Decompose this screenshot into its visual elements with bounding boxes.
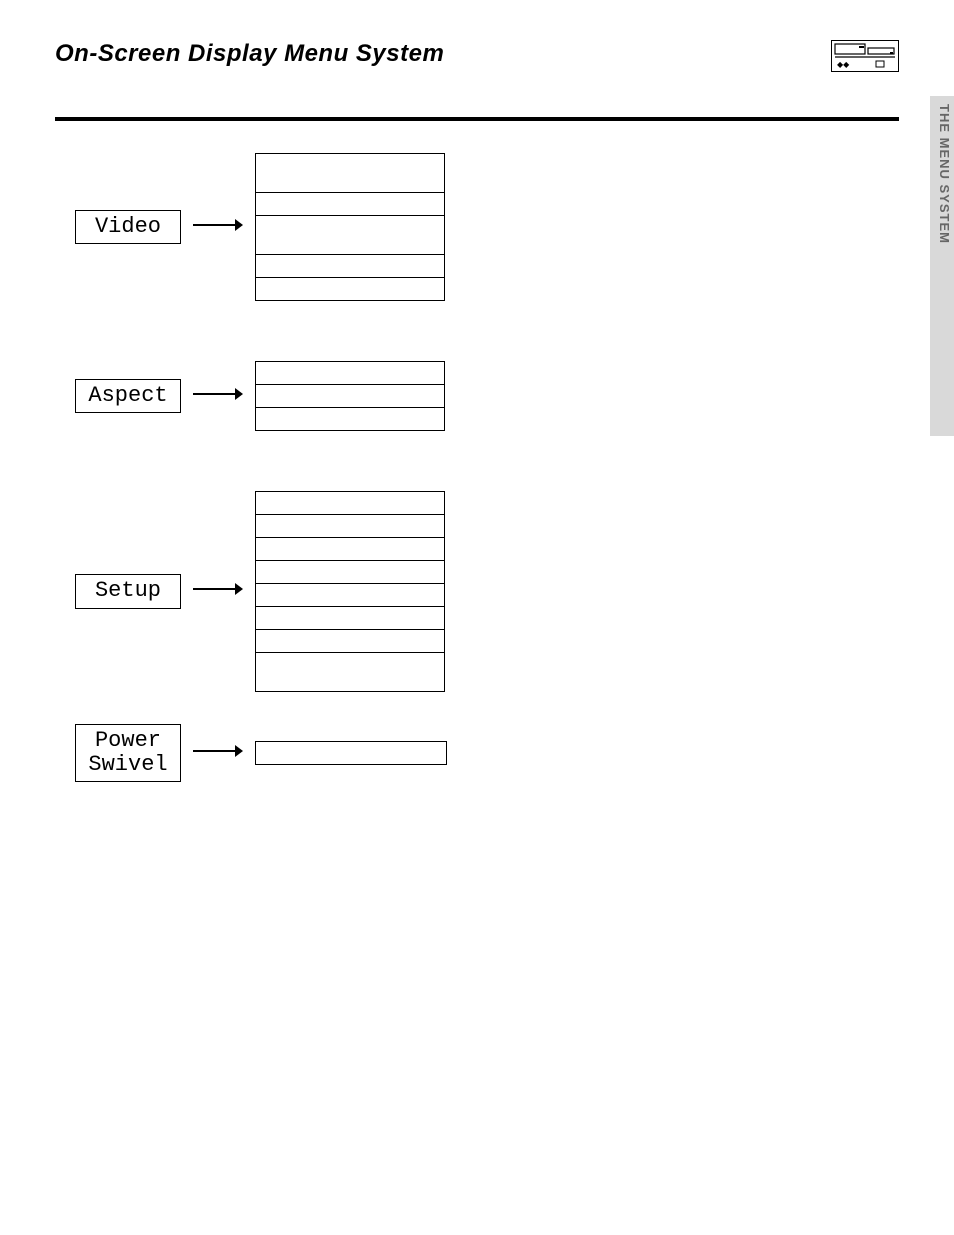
arrow-right-icon xyxy=(193,743,243,764)
video-options xyxy=(255,153,445,301)
side-tab-label: THE MENU SYSTEM xyxy=(937,104,952,244)
arrow-right-icon xyxy=(193,581,243,602)
setup-group: Setup xyxy=(75,491,899,692)
svg-text:◆◆: ◆◆ xyxy=(837,60,850,69)
power-swivel-options xyxy=(255,741,447,765)
video-button[interactable]: Video xyxy=(75,210,181,244)
setup-button[interactable]: Setup xyxy=(75,574,181,608)
video-group: Video xyxy=(75,153,899,301)
page-title: On-Screen Display Menu System xyxy=(55,40,444,68)
aspect-options xyxy=(255,361,445,431)
power-swivel-button[interactable]: Power Swivel xyxy=(75,724,181,782)
header-divider xyxy=(55,117,899,121)
arrow-right-icon xyxy=(193,217,243,238)
side-tab: THE MENU SYSTEM xyxy=(930,96,954,436)
aspect-group: Aspect xyxy=(75,361,899,431)
power-swivel-group: Power Swivel xyxy=(75,724,899,782)
device-icon: ◆◆ xyxy=(831,40,899,77)
aspect-button[interactable]: Aspect xyxy=(75,379,181,413)
arrow-right-icon xyxy=(193,386,243,407)
setup-options xyxy=(255,491,445,692)
